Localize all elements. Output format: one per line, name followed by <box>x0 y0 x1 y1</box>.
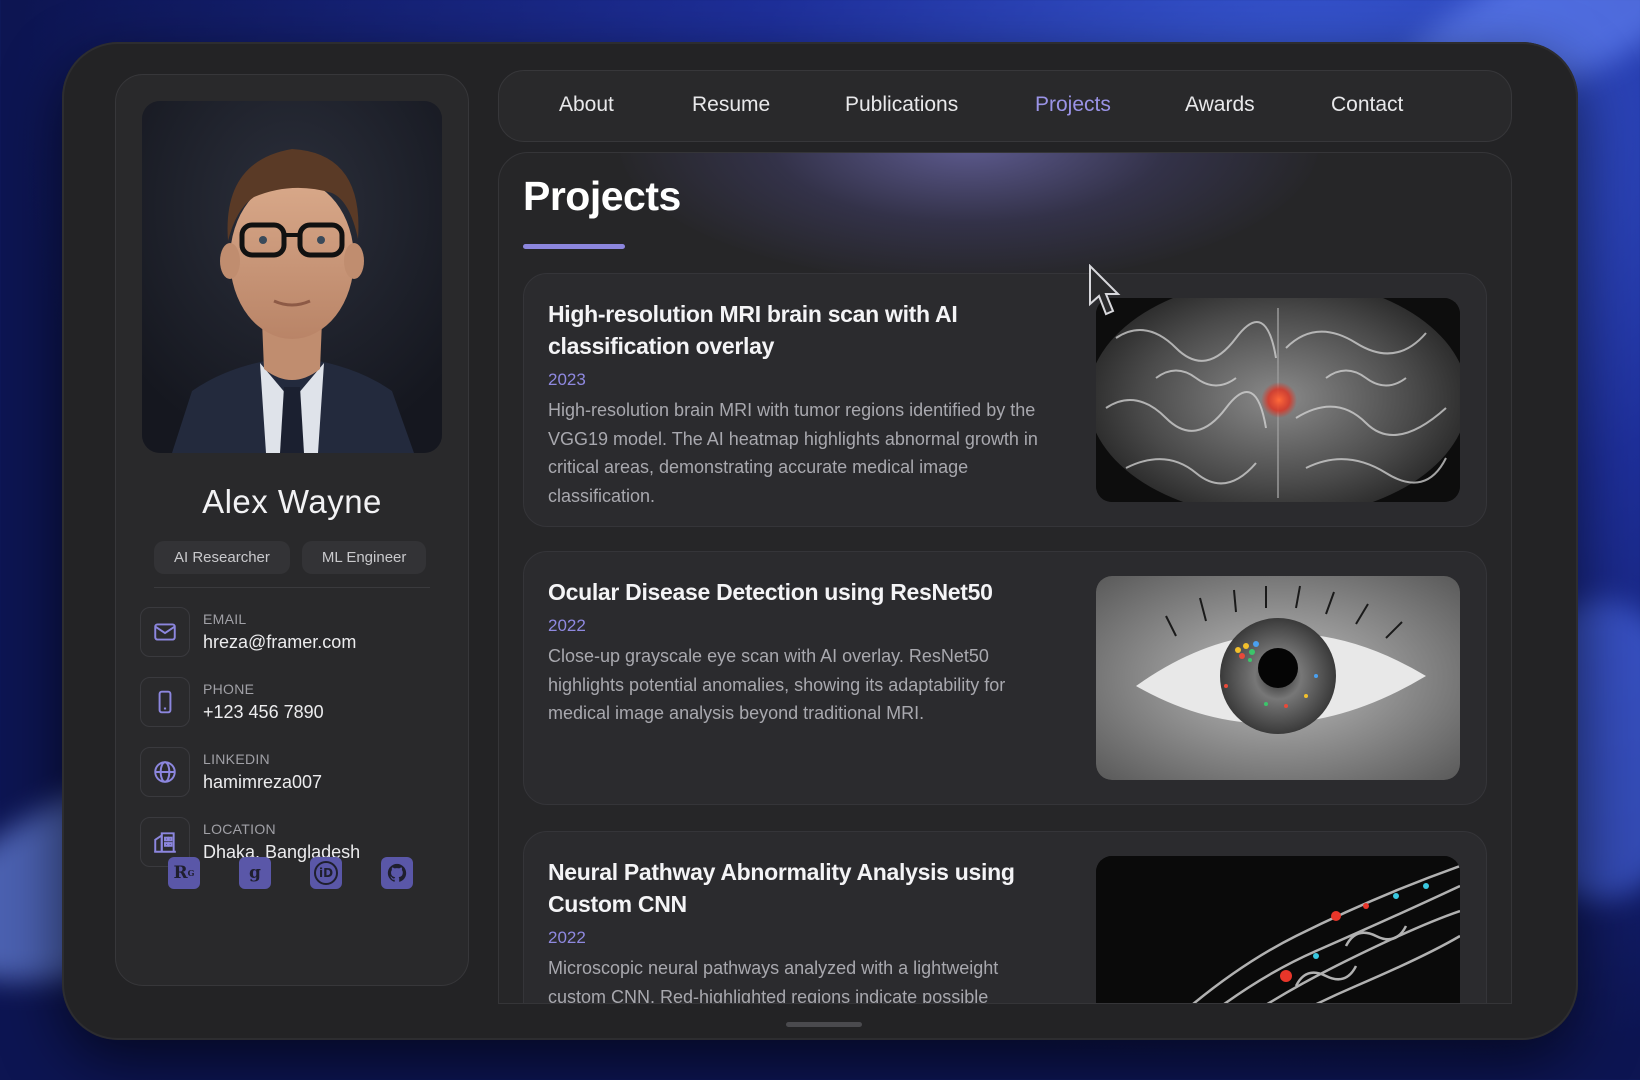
mri-brain-scan-image[interactable] <box>1096 298 1460 502</box>
role-tag: AI Researcher <box>154 541 290 574</box>
project-year: 2023 <box>548 370 586 389</box>
project-title[interactable]: Neural Pathway Abnormality Analysis usin… <box>548 856 1046 920</box>
profile-photo <box>142 101 442 453</box>
project-year: 2022 <box>548 928 586 947</box>
project-text: Ocular Disease Detection using ResNet50 … <box>548 576 1046 728</box>
project-year: 2022 <box>548 616 586 635</box>
nav-awards[interactable]: Awards <box>1185 93 1255 117</box>
page-title: Projects <box>523 173 681 219</box>
project-description: High-resolution brain MRI with tumor reg… <box>548 400 1038 506</box>
researchgate-icon[interactable]: RG <box>168 857 200 889</box>
eye-scan-image[interactable] <box>1096 576 1460 780</box>
top-nav: About Resume Publications Projects Award… <box>498 70 1512 142</box>
nav-publications[interactable]: Publications <box>845 93 958 117</box>
contact-label: EMAIL <box>203 611 247 627</box>
profile-sidebar: Alex Wayne AI Researcher ML Engineer EMA… <box>115 74 469 986</box>
neural-pathway-image[interactable] <box>1096 856 1460 1003</box>
header-glow <box>619 153 1319 283</box>
role-tags: AI Researcher ML Engineer <box>154 541 427 574</box>
social-glyph: iD <box>314 861 338 885</box>
phone-icon <box>140 677 190 727</box>
contact-label: PHONE <box>203 681 255 697</box>
project-text: High-resolution MRI brain scan with AI c… <box>548 298 1046 510</box>
orcid-icon[interactable]: iD <box>310 857 342 889</box>
social-glyph: g <box>249 863 261 883</box>
project-card[interactable]: High-resolution MRI brain scan with AI c… <box>523 273 1487 527</box>
title-underline <box>523 244 625 249</box>
nav-about[interactable]: About <box>559 93 614 117</box>
nav-contact[interactable]: Contact <box>1331 93 1403 117</box>
project-title[interactable]: Ocular Disease Detection using ResNet50 <box>548 576 1046 608</box>
globe-icon <box>140 747 190 797</box>
contact-phone[interactable]: PHONE +123 456 7890 <box>140 677 324 727</box>
mail-icon <box>140 607 190 657</box>
divider <box>154 587 430 588</box>
contact-value[interactable]: +123 456 7890 <box>203 702 324 723</box>
project-description: Microscopic neural pathways analyzed wit… <box>548 958 999 1004</box>
contact-value[interactable]: hamimreza007 <box>203 772 322 793</box>
contact-label: LINKEDIN <box>203 751 270 767</box>
social-glyph: R <box>173 863 188 883</box>
project-card[interactable]: Ocular Disease Detection using ResNet50 … <box>523 551 1487 805</box>
nav-resume[interactable]: Resume <box>692 93 770 117</box>
project-title[interactable]: High-resolution MRI brain scan with AI c… <box>548 298 1046 362</box>
contact-email[interactable]: EMAIL hreza@framer.com <box>140 607 356 657</box>
github-icon[interactable] <box>381 857 413 889</box>
home-indicator <box>786 1022 862 1027</box>
contact-value[interactable]: hreza@framer.com <box>203 632 356 653</box>
nav-projects[interactable]: Projects <box>1035 93 1111 117</box>
profile-name: Alex Wayne <box>202 483 382 520</box>
project-card[interactable]: Neural Pathway Abnormality Analysis usin… <box>523 831 1487 1004</box>
project-text: Neural Pathway Abnormality Analysis usin… <box>548 856 1046 1004</box>
contact-linkedin[interactable]: LINKEDIN hamimreza007 <box>140 747 322 797</box>
contact-label: LOCATION <box>203 821 276 837</box>
mouse-cursor-icon <box>1089 264 1121 316</box>
projects-panel: Projects High-resolution MRI brain scan … <box>498 152 1512 1004</box>
project-description: Close-up grayscale eye scan with AI over… <box>548 646 1006 723</box>
tablet-frame: Alex Wayne AI Researcher ML Engineer EMA… <box>62 42 1578 1040</box>
google-scholar-icon[interactable]: g <box>239 857 271 889</box>
role-tag: ML Engineer <box>301 541 427 574</box>
social-links: RG g iD <box>168 857 413 889</box>
